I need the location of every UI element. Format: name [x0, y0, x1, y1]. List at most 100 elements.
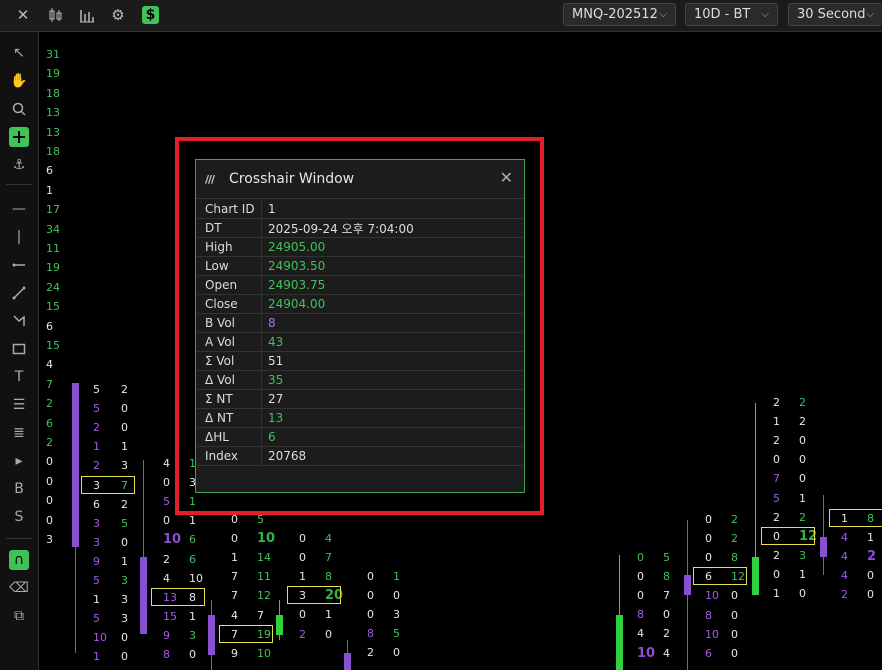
footprint-cell: 0 [663, 608, 670, 622]
footprint-cell: 1 [93, 440, 100, 454]
eraser-icon[interactable]: ⌫ [9, 578, 29, 598]
footprint-cell: 0 [393, 646, 400, 660]
footprint-cell: 0 [299, 532, 306, 545]
rectangle-icon[interactable] [9, 339, 29, 359]
volume-profile-icon[interactable]: ▸ [9, 451, 29, 471]
footprint-cell: 1 [299, 570, 306, 584]
magnet-icon[interactable]: ∩ [9, 550, 29, 570]
footprint-cell: 0 [799, 453, 806, 467]
crosshair-row-label: A Vol [197, 332, 262, 352]
list-icon[interactable]: ☰ [9, 395, 29, 415]
gear-icon[interactable]: ⚙ [108, 5, 128, 25]
crosshair-row-value: 20768 [261, 446, 523, 466]
footprint-cell: 7 [257, 608, 264, 622]
footprint-cell: 0 [773, 453, 780, 467]
horizontal-line-icon[interactable]: — [9, 199, 29, 219]
left-column-value: 0 [46, 474, 53, 488]
footprint-cell: 0 [367, 589, 374, 603]
footprint-cell: 0 [867, 569, 874, 583]
footprint-cell: 4 [841, 531, 848, 545]
dollar-icon[interactable]: $ [142, 6, 159, 24]
footprint-cell: 8 [663, 570, 670, 584]
chevron-down-icon: ⌵ [866, 9, 874, 20]
anchor-icon[interactable]: ⚓ [9, 155, 29, 175]
range-dropdown[interactable]: 10D - BT ⌵ [685, 3, 778, 26]
ray-icon[interactable] [9, 255, 29, 275]
candle-body [140, 557, 147, 634]
text-icon[interactable]: T [9, 367, 29, 387]
footprint-cell: 10 [705, 627, 719, 641]
footprint-cell: 2 [299, 627, 306, 641]
crosshair-row: Σ Vol 51 [197, 351, 523, 371]
lines-icon[interactable]: ≣ [9, 423, 29, 443]
footprint-cell: 1 [231, 551, 238, 565]
left-column-value: 18 [46, 145, 60, 158]
footprint-cell: 0 [325, 627, 332, 641]
interval-dropdown[interactable]: 30 Second ⌵ [788, 3, 882, 26]
crosshair-row: B Vol 8 [197, 313, 523, 333]
footprint-cell: 4 [231, 608, 238, 622]
left-column-value: 6 [46, 319, 53, 333]
footprint-cell: 10 [93, 631, 107, 645]
poc-box [219, 624, 273, 643]
left-column-value: 6 [46, 164, 53, 178]
footprint-cell: 5 [93, 402, 100, 416]
symbol-dropdown[interactable]: MNQ-202512 ⌵ [563, 3, 676, 26]
footprint-cell: 3 [93, 516, 100, 530]
crosshair-row-label: ΔHL [197, 427, 262, 447]
footprint-cell: 6 [189, 552, 196, 566]
footprint-cell: 0 [637, 551, 644, 564]
app-logo-icon: /// [205, 173, 215, 186]
path-icon[interactable] [9, 311, 29, 331]
poc-box [693, 567, 747, 586]
footprint-cell: 2 [867, 549, 877, 565]
strategy-dollar-icon[interactable]: S [9, 507, 29, 527]
footprint-cell: 5 [121, 516, 128, 530]
footprint-cell: 8 [325, 570, 332, 584]
crosshair-row: Σ NT 27 [197, 389, 523, 409]
footprint-cell: 0 [637, 589, 644, 603]
bar-chart-icon[interactable] [77, 5, 97, 25]
footprint-cell: 2 [841, 588, 848, 602]
footprint-cell: 1 [325, 608, 332, 622]
footprint-cell: 0 [799, 587, 806, 600]
interval-dropdown-label: 30 Second [797, 7, 866, 22]
crosshair-row: A Vol 43 [197, 332, 523, 352]
vertical-line-icon[interactable]: | [9, 227, 29, 247]
crosshair-row-label: DT [197, 218, 262, 238]
crosshair-icon[interactable] [9, 127, 29, 147]
footprint-cell: 3 [121, 593, 128, 607]
crosshair-row-value: 43 [261, 332, 523, 352]
footprint-cell: 0 [731, 589, 738, 603]
footprint-cell: 4 [163, 457, 170, 470]
close-icon[interactable]: ✕ [500, 168, 513, 187]
footprint-cell: 1 [121, 554, 128, 568]
footprint-cell: 0 [121, 535, 128, 549]
footprint-cell: 5 [93, 574, 100, 587]
footprint-cell: 3 [121, 574, 128, 587]
crosshair-row-value: 2025-09-24 오후 7:04:00 [261, 218, 523, 238]
trend-line-icon[interactable] [9, 283, 29, 303]
candlestick-icon[interactable] [45, 5, 65, 25]
crosshair-window-title: Crosshair Window [229, 171, 355, 187]
candle-wick [755, 403, 756, 557]
footprint-cell: 10 [163, 532, 182, 548]
crosshair-window-header[interactable]: /// Crosshair Window ✕ [196, 160, 524, 199]
close-icon[interactable]: ✕ [13, 5, 33, 25]
footprint-cell: 0 [121, 402, 128, 416]
chevron-down-icon: ⌵ [659, 9, 667, 20]
footprint-cell: 2 [799, 510, 806, 524]
zoom-icon[interactable] [9, 99, 29, 119]
layers-icon[interactable]: ⧉ [9, 606, 29, 626]
left-column-value: 13 [46, 125, 60, 139]
bullet-dollar-icon[interactable]: B [9, 479, 29, 499]
crosshair-row: Open 24903.75 [197, 275, 523, 295]
pointer-icon[interactable]: ↖ [9, 43, 29, 63]
footprint-cell: 14 [257, 551, 271, 565]
footprint-cell: 0 [731, 608, 738, 622]
footprint-cell: 1 [799, 567, 806, 581]
footprint-cell: 0 [367, 570, 374, 583]
hand-icon[interactable]: ✋ [9, 71, 29, 91]
footprint-cell: 7 [663, 589, 670, 603]
footprint-cell: 10 [257, 531, 276, 547]
